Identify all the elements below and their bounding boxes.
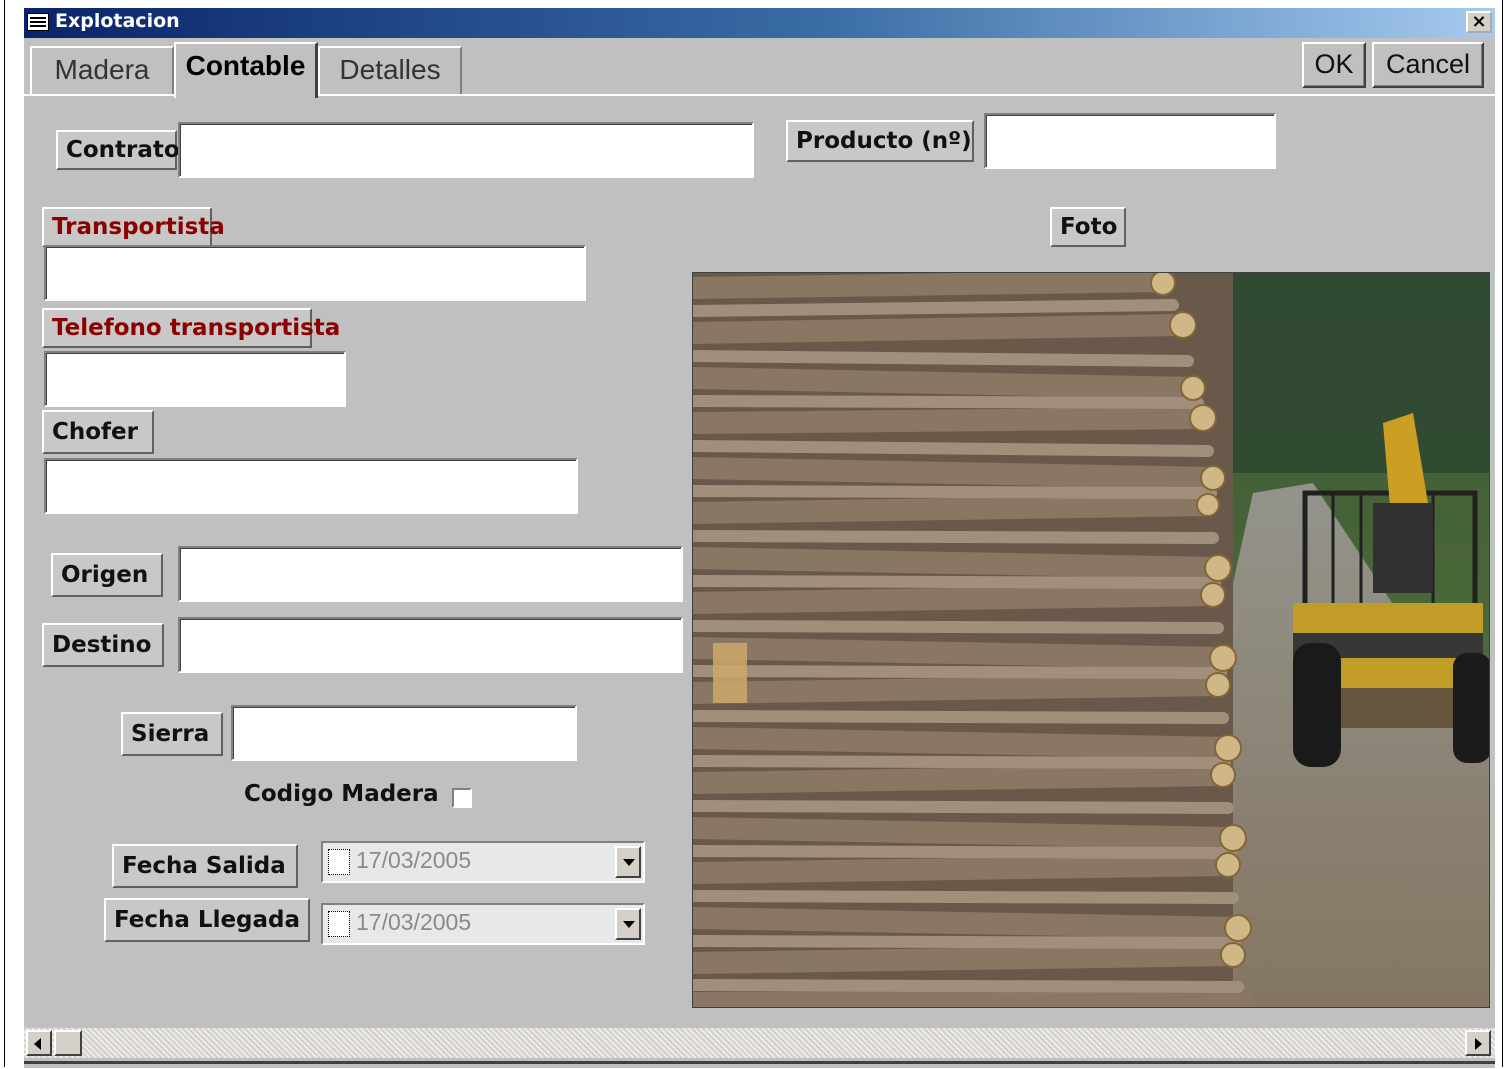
- tab-strip: Madera Contable Detalles: [24, 38, 1495, 98]
- window-bottom-edge: [24, 1061, 1495, 1064]
- contrato-field[interactable]: [178, 122, 754, 178]
- chevron-down-icon: [623, 921, 635, 928]
- scroll-right-button[interactable]: [1465, 1030, 1491, 1056]
- transportista-label: Transportista: [42, 207, 225, 247]
- foto-image: [692, 272, 1490, 1008]
- chofer-field[interactable]: [44, 458, 578, 514]
- origen-field[interactable]: [178, 546, 683, 602]
- telefono-transportista-field[interactable]: [44, 351, 346, 407]
- title-bar[interactable]: Explotacion ×: [24, 8, 1495, 38]
- destino-label: Destino: [42, 623, 164, 667]
- tab-contable[interactable]: Contable: [174, 42, 318, 98]
- arrow-right-icon: [1475, 1038, 1482, 1050]
- producto-field[interactable]: [984, 113, 1276, 169]
- fecha-llegada-checkbox[interactable]: [328, 911, 350, 937]
- window-title: Explotacion: [55, 10, 180, 32]
- contrato-label: Contrato: [56, 130, 180, 170]
- fecha-salida-checkbox[interactable]: [328, 849, 350, 875]
- fecha-llegada-label: Fecha Llegada: [104, 898, 310, 942]
- tab-detalles[interactable]: Detalles: [318, 46, 462, 94]
- origen-label: Origen: [51, 553, 163, 597]
- close-button[interactable]: ×: [1466, 11, 1492, 33]
- fecha-salida-dropdown-button[interactable]: [615, 846, 641, 878]
- scroll-thumb[interactable]: [54, 1030, 82, 1056]
- fecha-llegada-value: 17/03/2005: [356, 909, 472, 935]
- close-icon: ×: [1471, 11, 1487, 32]
- form-body: Madera Contable Detalles OK Cancel Contr…: [24, 38, 1495, 1068]
- sierra-field[interactable]: [231, 705, 577, 761]
- tab-madera[interactable]: Madera: [30, 46, 174, 94]
- fecha-salida-label: Fecha Salida: [112, 844, 298, 888]
- foto-label: Foto: [1050, 207, 1126, 247]
- ok-button[interactable]: OK: [1302, 42, 1366, 88]
- destino-field[interactable]: [178, 617, 683, 673]
- fecha-salida-picker[interactable]: 17/03/2005: [321, 841, 645, 883]
- codigo-madera-label: Codigo Madera: [244, 781, 439, 807]
- form-icon: [27, 13, 49, 31]
- fecha-llegada-picker[interactable]: 17/03/2005: [321, 903, 645, 945]
- chofer-label: Chofer: [42, 410, 154, 454]
- cancel-button[interactable]: Cancel: [1372, 42, 1484, 88]
- telefono-transportista-label: Telefono transportista: [42, 308, 340, 348]
- horizontal-scrollbar[interactable]: [24, 1028, 1495, 1058]
- scroll-left-button[interactable]: [26, 1030, 52, 1056]
- producto-label: Producto (nº): [786, 120, 974, 162]
- fecha-salida-value: 17/03/2005: [356, 847, 472, 873]
- chevron-down-icon: [623, 859, 635, 866]
- sierra-label: Sierra: [121, 712, 223, 756]
- transportista-field[interactable]: [44, 245, 586, 301]
- fecha-llegada-dropdown-button[interactable]: [615, 908, 641, 940]
- codigo-madera-checkbox[interactable]: [452, 788, 472, 808]
- arrow-left-icon: [34, 1038, 41, 1050]
